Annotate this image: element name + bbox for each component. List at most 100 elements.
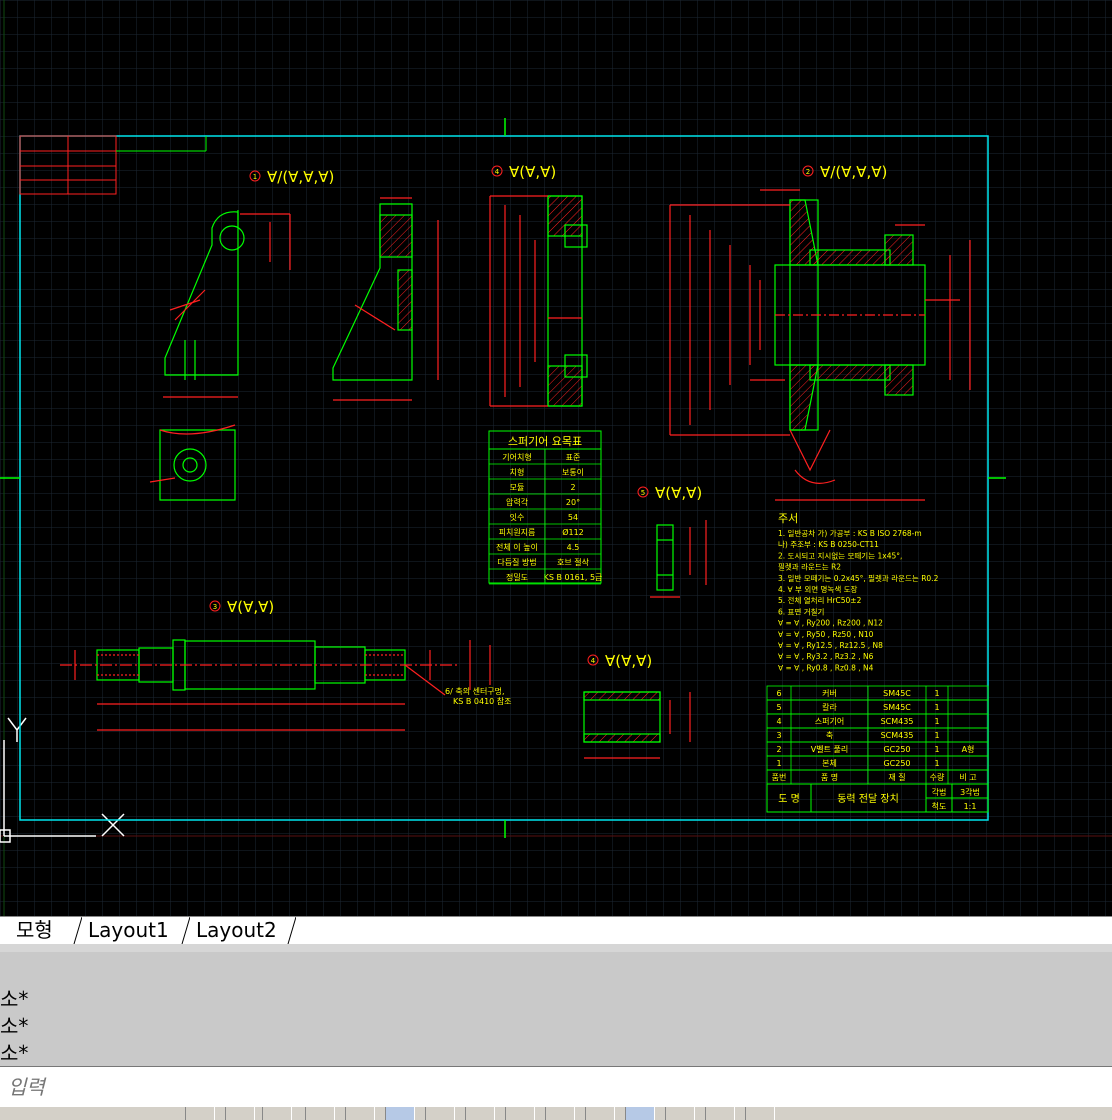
lwt-toggle[interactable] [505, 1107, 535, 1120]
notes-title: 주서 [778, 512, 798, 525]
polar-toggle[interactable] [305, 1107, 335, 1120]
qp-toggle[interactable] [585, 1107, 615, 1120]
parts-cell: 스퍼기어 [815, 716, 844, 726]
spur-row-value: 20° [566, 498, 580, 507]
parts-cell: GC250 [883, 745, 910, 754]
status-bar [0, 1107, 1112, 1120]
spur-row-label: 압력각 [506, 497, 529, 507]
part-number: 4 [591, 657, 596, 665]
parts-cell: 커버 [822, 688, 837, 698]
spur-row-label: 다듬질 방법 [497, 557, 536, 567]
parts-cell: 비 고 [959, 773, 976, 782]
sc-toggle[interactable] [625, 1107, 655, 1120]
drawing-name: 동력 전달 장치 [837, 793, 899, 805]
parts-cell: 재 질 [888, 773, 905, 782]
command-input[interactable] [6, 1071, 1100, 1103]
paper-toggle[interactable] [705, 1107, 735, 1120]
otrack-toggle[interactable] [385, 1107, 415, 1120]
note-line: ∀ = ∀ , Ry3.2 , Rz3.2 , N6 [778, 652, 874, 661]
note-line: 나) 주조부 : KS B 0250-CT11 [778, 540, 879, 549]
spur-row-value: Ø112 [562, 527, 584, 537]
tpy-toggle[interactable] [545, 1107, 575, 1120]
tab-layout1[interactable]: Layout1 [80, 917, 177, 944]
parts-cell: SM45C [883, 689, 911, 698]
part-number: 3 [213, 603, 217, 611]
tab-model[interactable]: 모형 [8, 917, 61, 944]
finish-symbol-label: ∀(∀,∀) [509, 163, 556, 181]
note-line: 3. 일반 모떼기는 0.2x45°, 필렛과 라운드는 R0.2 [778, 573, 939, 583]
note-line: 1. 일반공차 가) 가공부 : KS B ISO 2768-m [778, 529, 922, 538]
ortho-toggle[interactable] [262, 1107, 292, 1120]
history-line: 소* [0, 1014, 29, 1038]
parts-cell: 1 [776, 759, 781, 768]
grid-toggle[interactable] [225, 1107, 255, 1120]
annotation-toggle[interactable] [745, 1107, 775, 1120]
cad-drawing[interactable]: 기어치형 표준치형 보통이모듈 2압력각 20°잇수 54피치원지름 Ø112전체 이 높이… [0, 0, 1112, 916]
parts-cell: 4 [776, 717, 781, 726]
spur-row-label: 모듈 [510, 483, 525, 492]
history-line: 소* [0, 1041, 29, 1065]
parts-cell: 칼라 [822, 703, 837, 712]
note-line: 필렛과 라운드는 R2 [778, 562, 841, 572]
parts-cell: 3 [776, 731, 781, 740]
tab-layout2[interactable]: Layout2 [188, 917, 285, 944]
model-toggle[interactable] [665, 1107, 695, 1120]
drawing-canvas[interactable]: 기어치형 표준 치형 보통이 모듈 2 압력각 20° 잇수 54 피치원지름 Ø112 전체 이 높이… [0, 0, 1112, 916]
parts-cell: 1 [934, 745, 939, 754]
dyn-toggle[interactable] [465, 1107, 495, 1120]
note-line: 5. 전체 열처리 HrC50±2 [778, 595, 862, 605]
part-number: 4 [495, 168, 500, 176]
spur-row-value: 54 [568, 513, 578, 522]
parts-cell: SCM435 [881, 731, 914, 740]
tab-separator [287, 917, 296, 944]
note-line: ∀ = ∀ , Ry50 , Rz50 , N10 [778, 630, 874, 639]
finish-symbol-label: ∀(∀,∀) [605, 652, 652, 670]
part-number: 1 [253, 173, 257, 181]
history-line: 소* [0, 987, 29, 1011]
projection-label: 각법 [932, 787, 947, 797]
note-line: 6. 표면 거칠기 [778, 606, 824, 616]
spur-row-value: 2 [570, 483, 575, 492]
spur-row-value: KS B 0161, 5급 [544, 573, 603, 582]
part-number: 2 [806, 168, 810, 176]
command-line [0, 1066, 1112, 1108]
parts-cell: 5 [776, 703, 781, 712]
spur-row-label: 치형 [510, 468, 525, 477]
spur-row-label: 잇수 [510, 512, 525, 522]
parts-cell: SM45C [883, 703, 911, 712]
osnap-toggle[interactable] [345, 1107, 375, 1120]
note-line: 2. 도시되고 지시없는 모떼기는 1x45°, [778, 550, 902, 560]
finish-symbol-label: ∀(∀,∀) [655, 484, 702, 502]
spur-row-label: 전체 이 높이 [496, 542, 538, 552]
part-number: 5 [641, 489, 645, 497]
parts-cell: 1 [934, 731, 939, 740]
parts-cell: 6 [776, 689, 781, 698]
parts-cell: 본체 [822, 758, 837, 768]
finish-symbol-label: ∀(∀,∀) [227, 598, 274, 616]
parts-cell: 품번 [772, 773, 787, 782]
note-line: 4. ∀ 부 외면 명녹색 도장 [778, 584, 858, 594]
parts-cell: SCM435 [881, 717, 914, 726]
spur-row-label: 정밀도 [506, 572, 528, 582]
spur-row-value: 표준 [566, 453, 581, 462]
snap-toggle[interactable] [185, 1107, 215, 1120]
parts-cell: 1 [934, 717, 939, 726]
parts-cell: 수량 [930, 772, 945, 782]
command-history: 소* 소* 소* [0, 944, 1112, 1066]
spur-row-value: 호브 절삭 [557, 557, 590, 567]
spur-row-label: 기어치형 [502, 452, 531, 462]
note-line: ∀ = ∀ , Ry12.5 , Rz12.5 , N8 [778, 641, 883, 650]
parts-cell: 2 [776, 745, 781, 754]
parts-cell: A형 [962, 745, 975, 754]
parts-cell: 1 [934, 703, 939, 712]
parts-cell: 1 [934, 759, 939, 768]
spur-row-label: 피치원지름 [499, 528, 536, 537]
scale-label: 척도 [932, 802, 947, 811]
layout-tab-bar: 모형 Layout1 Layout2 [0, 916, 1112, 945]
parts-cell: 1 [934, 689, 939, 698]
note-line: ∀ = ∀ , Ry200 , Rz200 , N12 [778, 619, 883, 628]
ducs-toggle[interactable] [425, 1107, 455, 1120]
note-line: ∀ = ∀ , Ry0.8 , Rz0.8 , N4 [778, 663, 874, 672]
title-label: 도 명 [778, 793, 800, 805]
parts-cell: GC250 [883, 759, 910, 768]
